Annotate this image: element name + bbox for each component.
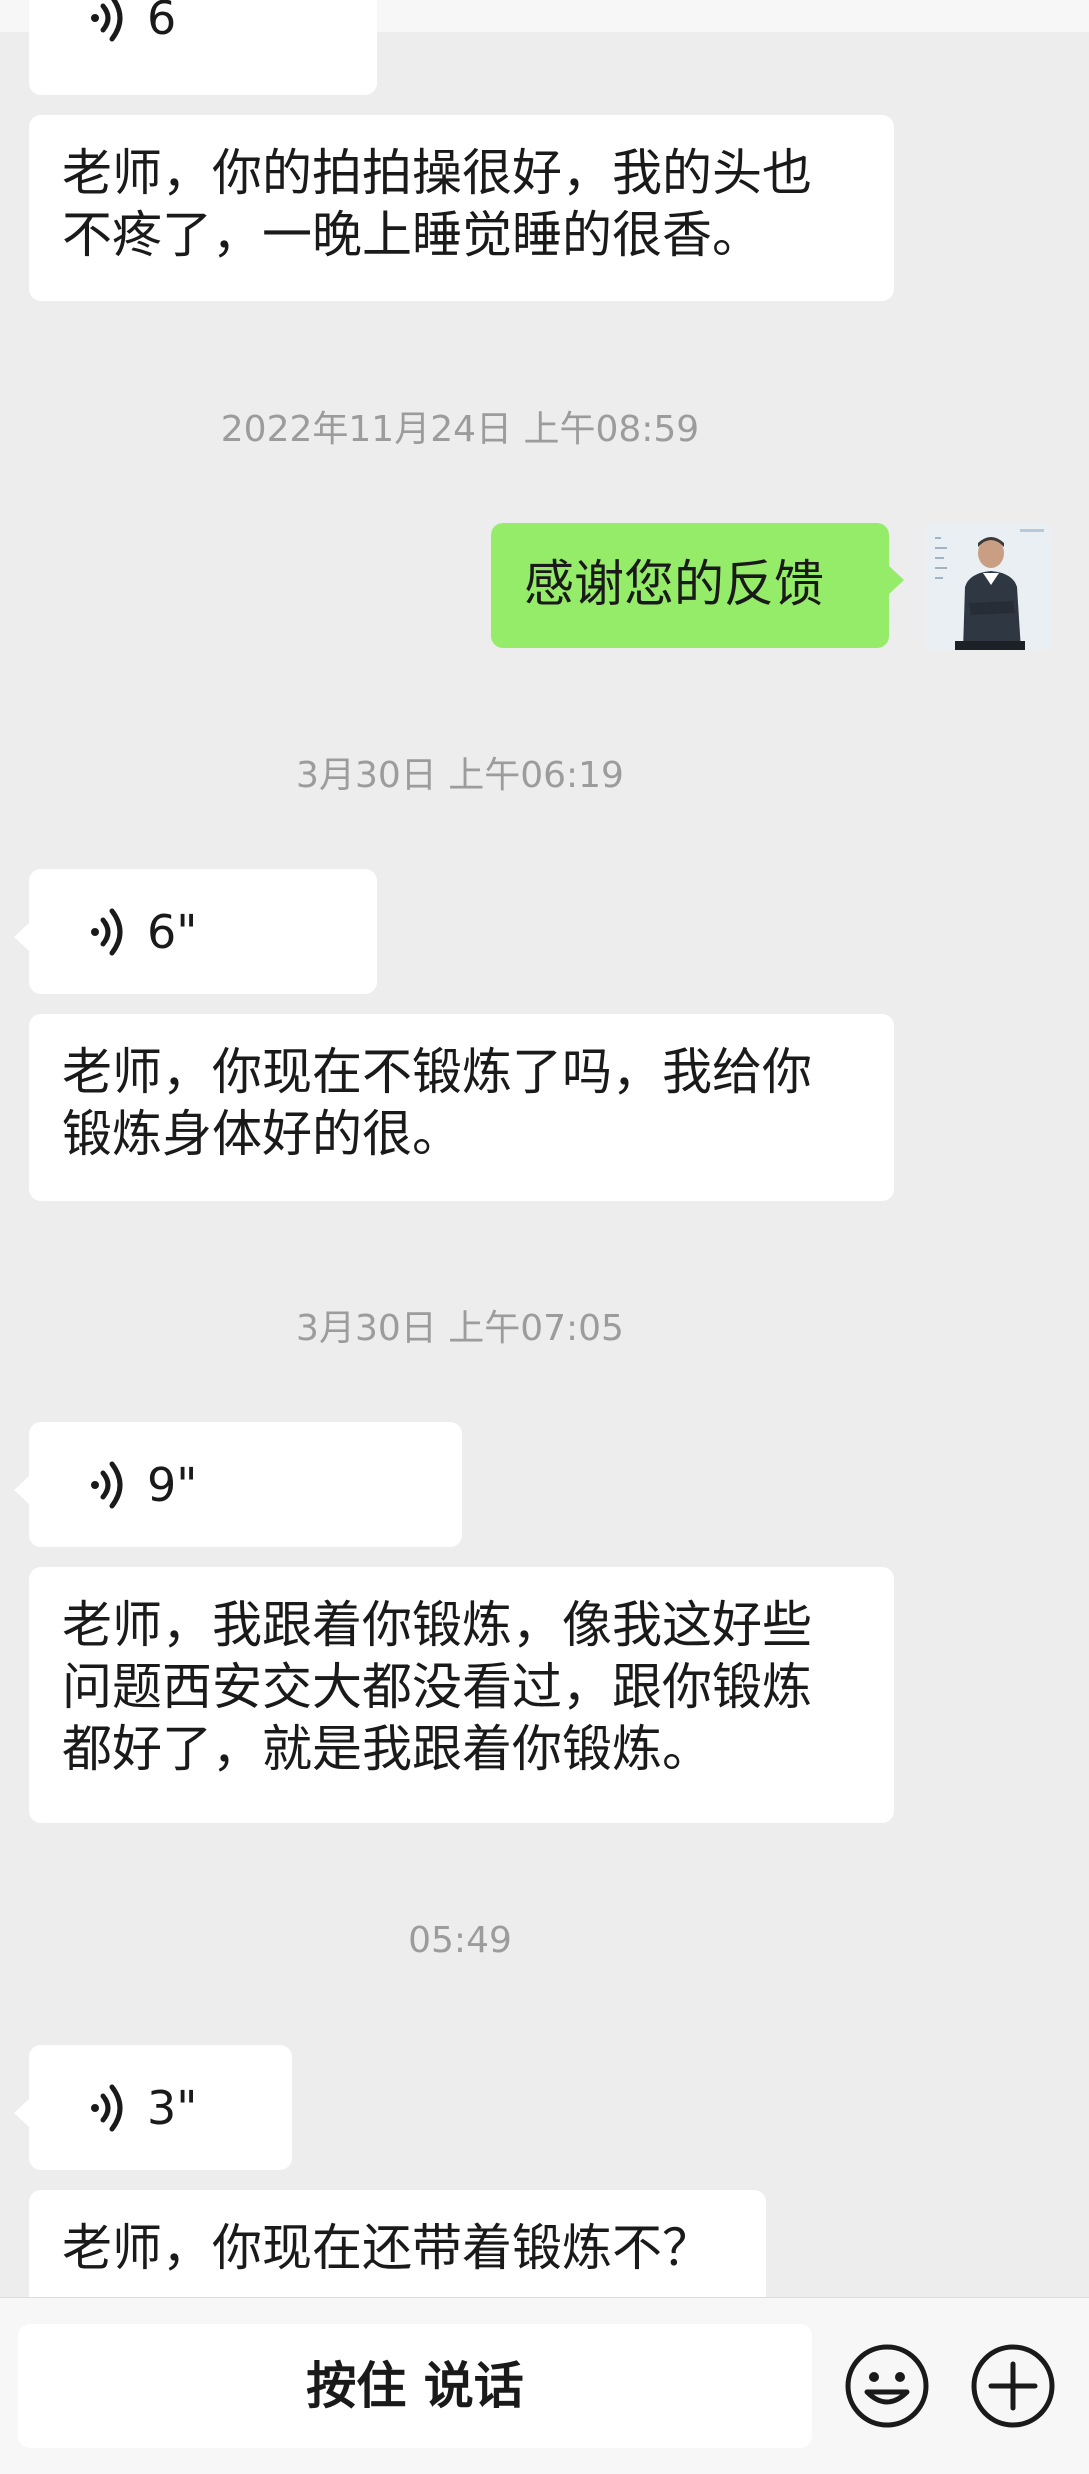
message-line: 老师，你现在不锻炼了吗，我给你 — [62, 1043, 812, 1101]
timestamp: 3月30日 上午06:19 — [296, 755, 624, 796]
timestamp: 2022年11月24日 上午08:59 — [220, 409, 700, 450]
message-line: 锻炼身体好的很。 — [62, 1105, 462, 1163]
voice-wave-icon — [91, 1461, 123, 1508]
voice-message[interactable]: 6" — [14, 869, 377, 994]
voice-duration: 3" — [147, 2080, 198, 2135]
voice-message-partial[interactable]: 6 — [29, 0, 377, 95]
avatar-person-icon — [925, 523, 1052, 650]
plus-circle-icon[interactable] — [969, 2342, 1057, 2430]
voice-wave-icon — [91, 0, 123, 41]
message-line: 都好了，就是我跟着你锻炼。 — [62, 1720, 712, 1778]
timestamp: 3月30日 上午07:05 — [296, 1308, 624, 1349]
timestamp: 05:49 — [408, 1920, 512, 1961]
message-line: 老师，你的拍拍操很好，我的头也 — [62, 144, 812, 202]
voice-message[interactable]: 3" — [14, 2045, 292, 2170]
voice-duration: 6 — [147, 0, 177, 45]
voice-wave-icon — [91, 2084, 123, 2131]
message-line: 老师，你现在还带着锻炼不？ — [62, 2219, 712, 2277]
sent-text-message[interactable]: 感谢您的反馈 — [491, 523, 904, 648]
voice-duration: 9" — [147, 1457, 198, 1512]
received-text-message[interactable]: 老师，你现在不锻炼了吗，我给你 锻炼身体好的很。 — [29, 1014, 894, 1201]
message-line: 不疼了，一晚上睡觉睡的很香。 — [62, 206, 762, 264]
hold-to-talk-button[interactable]: 按住 说话 — [18, 2324, 812, 2448]
message-line: 老师，我跟着你锻炼，像我这好些 — [62, 1596, 812, 1654]
message-line: 问题西安交大都没看过，跟你锻炼 — [62, 1658, 812, 1716]
received-text-message[interactable]: 老师，你的拍拍操很好，我的头也 不疼了，一晚上睡觉睡的很香。 — [29, 115, 894, 301]
message-text: 感谢您的反馈 — [524, 555, 824, 613]
chat-input-bar: 按住 说话 — [0, 2297, 1089, 2474]
avatar[interactable] — [925, 523, 1052, 650]
smiley-face-icon[interactable] — [843, 2342, 931, 2430]
voice-message[interactable]: 9" — [14, 1422, 462, 1547]
voice-duration: 6" — [147, 904, 198, 959]
received-text-message[interactable]: 老师，我跟着你锻炼，像我这好些 问题西安交大都没看过，跟你锻炼 都好了，就是我跟… — [29, 1567, 894, 1823]
voice-wave-icon — [91, 908, 123, 955]
